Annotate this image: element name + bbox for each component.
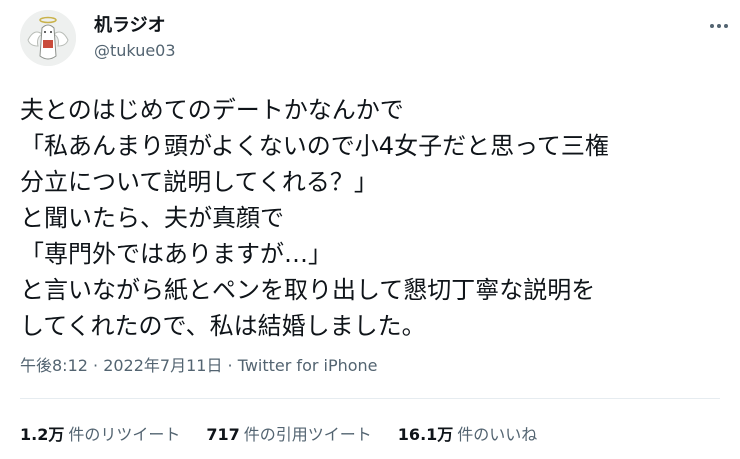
quotes-stat[interactable]: 717 件の引用ツイート [206, 424, 371, 446]
avatar-illustration [20, 10, 76, 66]
quotes-label: 件の引用ツイート [243, 425, 372, 444]
likes-count: 16.1万 [397, 425, 454, 444]
source-link[interactable]: Twitter for iPhone [238, 356, 378, 375]
retweets-count: 1.2万 [20, 425, 65, 444]
timestamp[interactable]: 午後8:12 · 2022年7月11日 · [20, 356, 238, 375]
divider [20, 398, 720, 399]
tweet-line: 「私あんまり頭がよくないので小4女子だと思って三権 [20, 132, 609, 160]
likes-label: 件のいいね [457, 425, 538, 444]
tweet-text: 夫とのはじめてのデートかなんかで 「私あんまり頭がよくないので小4女子だと思って… [20, 92, 732, 344]
tweet-line: 「専門外ではありますが…」 [20, 240, 332, 268]
more-dots-icon [710, 24, 728, 28]
tweet-line: 分立について説明してくれる？」 [20, 168, 378, 196]
tweet-line: してくれたので、私は結婚しました。 [20, 312, 426, 340]
retweets-label: 件のリツイート [68, 425, 181, 444]
avatar[interactable] [20, 10, 76, 66]
tweet-meta: 午後8:12 · 2022年7月11日 · Twitter for iPhone [20, 356, 378, 376]
tweet-line: 夫とのはじめてのデートかなんかで [20, 96, 404, 124]
tweet-line: と言いながら紙とペンを取り出して懇切丁寧な説明を [20, 276, 596, 304]
quotes-count: 717 [206, 425, 240, 444]
engagement-stats: 1.2万 件のリツイート 717 件の引用ツイート 16.1万 件のいいね [20, 424, 537, 446]
more-options-button[interactable] [704, 11, 734, 41]
display-name[interactable]: 机ラジオ [94, 15, 166, 37]
retweets-stat[interactable]: 1.2万 件のリツイート [20, 424, 180, 446]
tweet-line: と聞いたら、夫が真顔で [20, 204, 284, 232]
likes-stat[interactable]: 16.1万 件のいいね [398, 424, 538, 446]
user-handle[interactable]: @tukue03 [94, 41, 176, 61]
